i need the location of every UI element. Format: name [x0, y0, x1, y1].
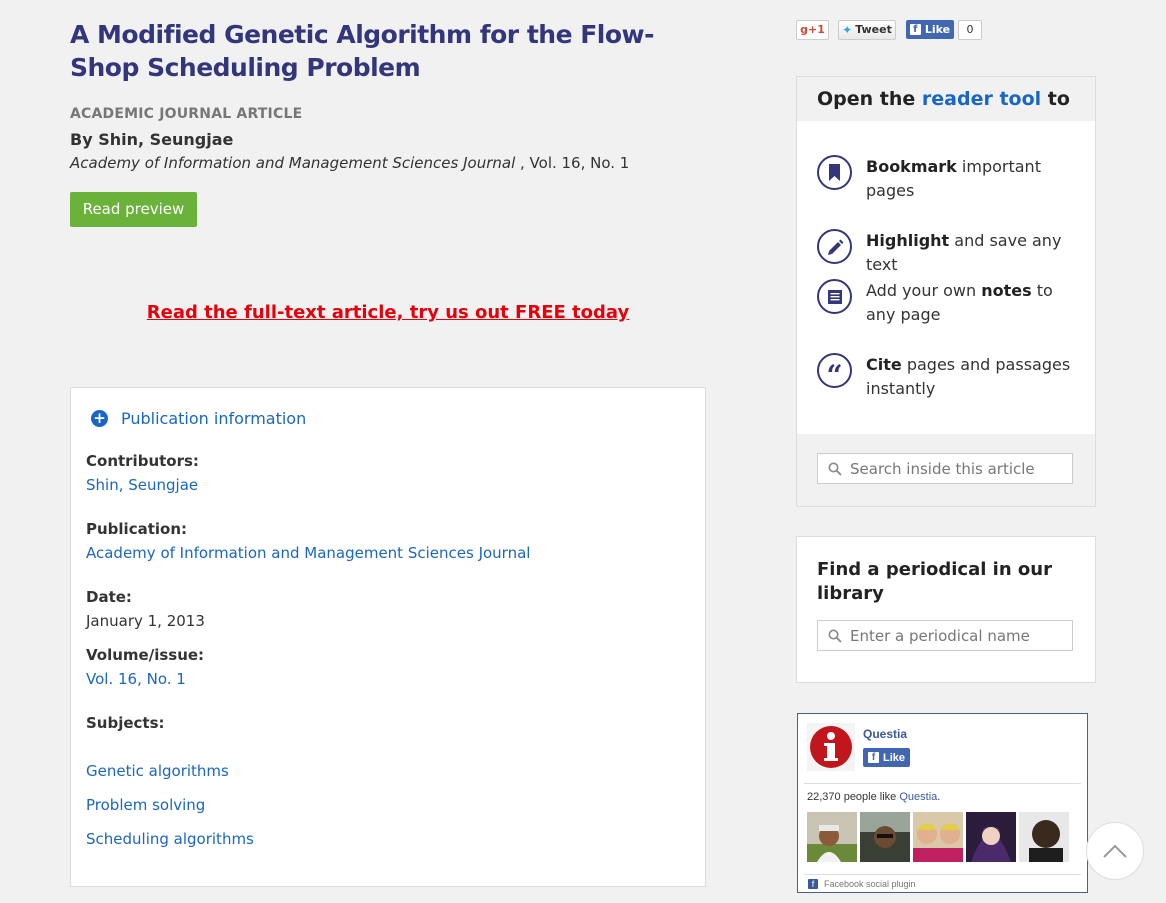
divider [804, 783, 1081, 784]
fan-avatar[interactable] [913, 812, 963, 862]
free-trial-link[interactable]: Read the full-text article, try us out F… [70, 302, 706, 323]
feature-highlight: Highlight and save any text [866, 229, 1081, 277]
feature-bookmark: Bookmark important pages [866, 155, 1081, 203]
subject-link[interactable]: Genetic algorithms [86, 762, 229, 780]
subject-link[interactable]: Problem solving [86, 796, 205, 814]
like-count-end: . [937, 791, 941, 803]
volume-link[interactable]: Vol. 16, No. 1 [86, 670, 186, 688]
reader-title-suffix: to [1041, 88, 1070, 110]
journal-citation: Academy of Information and Management Sc… [70, 154, 629, 172]
reader-tool-panel: Open the reader tool to Bookmark importa… [796, 76, 1096, 507]
tweet-label: Tweet [855, 23, 892, 36]
feature-cite: Cite pages and passages instantly [866, 353, 1081, 401]
date-label: Date: [86, 588, 132, 606]
search-icon [828, 462, 842, 476]
read-preview-button[interactable]: Read preview [70, 192, 197, 227]
facebook-f-icon: f [867, 752, 879, 763]
facebook-widget-like-label: Like [882, 751, 905, 764]
fan-faces [807, 812, 1069, 862]
publication-info-panel: + Publication information Contributors: … [70, 387, 706, 887]
article-search-input[interactable] [850, 459, 1070, 478]
feature-text: Add your own [866, 281, 982, 300]
reader-tool-link[interactable]: reader tool [922, 88, 1041, 110]
article-search-box[interactable] [817, 453, 1073, 484]
divider [804, 874, 1081, 875]
publication-link[interactable]: Academy of Information and Management Sc… [86, 544, 530, 562]
facebook-page-widget: Questia f Like 22,370 people like Questia… [797, 713, 1088, 893]
reader-tool-title: Open the reader tool to [817, 88, 1070, 110]
feature-bold: Bookmark [866, 157, 957, 176]
highlight-pen-icon [817, 229, 852, 264]
periodical-title: Find a periodical in our library [817, 559, 1052, 604]
scroll-to-top-button[interactable] [1086, 822, 1144, 880]
facebook-social-plugin-label[interactable]: f Facebook social plugin [808, 879, 916, 889]
plus-circle-icon: + [91, 409, 108, 427]
google-plus-button[interactable]: g+1 [796, 20, 829, 40]
date-value: January 1, 2013 [86, 612, 205, 630]
article-title: A Modified Genetic Algorithm for the Flo… [70, 20, 655, 82]
volume-label: Volume/issue: [86, 646, 205, 664]
publication-info-toggle[interactable]: + Publication information [91, 406, 306, 430]
quote-icon: “ [817, 353, 852, 389]
facebook-f-icon: f [909, 24, 921, 35]
article-search-area [797, 434, 1095, 506]
like-count-text: 22,370 people like [807, 791, 900, 803]
fan-avatar[interactable] [966, 812, 1016, 862]
publication-info-label: Publication information [121, 408, 307, 428]
facebook-like-label: Like [924, 23, 951, 36]
subject-link[interactable]: Scheduling algorithms [86, 830, 254, 848]
fan-avatar[interactable] [807, 812, 857, 862]
periodical-search-panel: Find a periodical in our library [796, 536, 1096, 683]
periodical-search-box[interactable] [817, 620, 1073, 651]
bookmark-icon [817, 155, 852, 190]
contributor-link[interactable]: Shin, Seungjae [86, 476, 198, 494]
fan-avatar[interactable] [860, 812, 910, 862]
plugin-label: Facebook social plugin [824, 879, 916, 889]
reader-title-prefix: Open the [817, 88, 922, 110]
search-icon [828, 629, 842, 643]
tweet-button[interactable]: ✦ Tweet [838, 20, 896, 40]
subjects-label: Subjects: [86, 714, 165, 732]
feature-bold: Highlight [866, 231, 950, 250]
contributors-label: Contributors: [86, 452, 199, 470]
facebook-like-button[interactable]: f Like [906, 20, 954, 39]
publication-label: Publication: [86, 520, 188, 538]
facebook-widget-like-button[interactable]: f Like [863, 748, 910, 767]
document-type: Academic journal article [70, 106, 303, 122]
questia-logo[interactable] [807, 723, 855, 771]
twitter-bird-icon: ✦ [842, 23, 853, 37]
facebook-f-icon: f [808, 879, 818, 889]
reader-tool-header: Open the reader tool to [797, 77, 1095, 121]
facebook-like-count: 0 [958, 20, 982, 40]
facebook-page-name[interactable]: Questia [863, 727, 907, 741]
chevron-up-icon [1103, 844, 1127, 858]
periodical-search-input[interactable] [850, 626, 1070, 645]
journal-volume: , Vol. 16, No. 1 [515, 154, 630, 172]
feature-notes: Add your own notes to any page [866, 279, 1081, 327]
feature-bold: Cite [866, 355, 902, 374]
notes-icon [817, 279, 852, 314]
like-count-page-link[interactable]: Questia [899, 791, 937, 803]
facebook-like-summary: 22,370 people like Questia. [807, 791, 940, 803]
fan-avatar[interactable] [1019, 812, 1069, 862]
author-byline: By Shin, Seungjae [70, 130, 234, 149]
feature-bold: notes [981, 281, 1032, 300]
journal-name: Academy of Information and Management Sc… [70, 154, 516, 172]
